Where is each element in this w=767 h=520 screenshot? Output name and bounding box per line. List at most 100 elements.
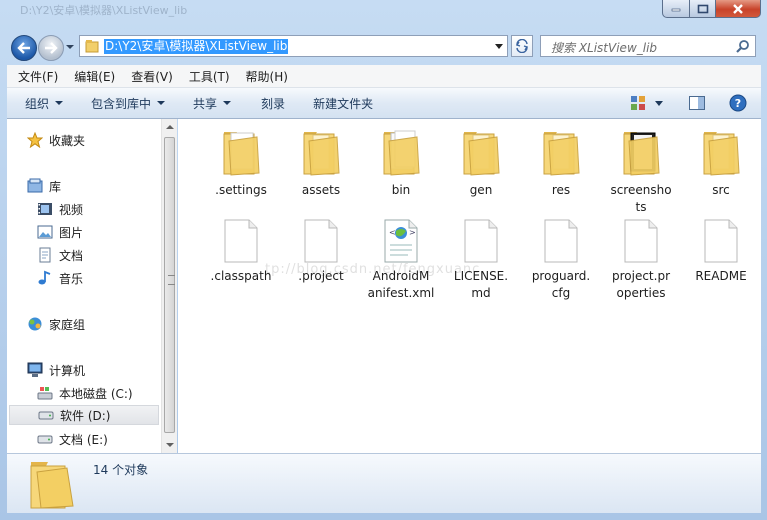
recent-pages-button[interactable] (65, 41, 75, 51)
help-icon[interactable]: ? (729, 94, 747, 112)
nav-drive-e[interactable]: 文档 (E:) (37, 429, 108, 449)
navigation-pane: 收藏夹 库 视频 图片 文档 音乐 家庭组 计算机 本地磁盘 (C:) 软件 (… (7, 119, 161, 453)
file-icon (521, 211, 601, 263)
video-icon (37, 201, 53, 217)
minimize-icon (671, 8, 681, 11)
svg-text:<: < (389, 228, 396, 237)
scroll-thumb[interactable] (164, 137, 175, 433)
system-drive-icon (37, 385, 53, 401)
menu-edit[interactable]: 编辑(E) (63, 68, 120, 85)
file-name: .classpath (210, 269, 272, 283)
chevron-down-icon (55, 101, 64, 105)
file-icon (201, 211, 281, 263)
nav-drive-d-label: 软件 (D:) (60, 408, 111, 423)
file-name: AndroidM anifest.xml (367, 269, 435, 300)
maximize-icon (697, 4, 708, 13)
share-button[interactable]: 共享 (193, 95, 232, 112)
menu-help[interactable]: 帮助(H) (235, 68, 293, 85)
search-input[interactable]: 搜索 XListView_lib (540, 35, 756, 57)
menu-view[interactable]: 查看(V) (120, 68, 178, 85)
nav-homegroup[interactable]: 家庭组 (27, 314, 85, 334)
file-item[interactable]: .classpath (201, 211, 281, 285)
organize-button[interactable]: 组织 (25, 95, 64, 112)
file-name: project.pr operties (611, 269, 670, 300)
folder-icon (521, 125, 601, 177)
chevron-down-icon[interactable] (655, 100, 663, 106)
scroll-down-arrow-icon[interactable] (166, 443, 174, 447)
file-item[interactable]: < > AndroidM anifest.xml (361, 211, 441, 302)
file-item[interactable]: bin (361, 125, 441, 199)
svg-text:>: > (409, 228, 416, 237)
music-icon (37, 270, 53, 286)
nav-libraries[interactable]: 库 (27, 176, 61, 196)
file-item[interactable]: res (521, 125, 601, 199)
back-arrow-icon (17, 42, 30, 54)
search-icon[interactable] (736, 39, 750, 53)
nav-drive-c-label: 本地磁盘 (C:) (59, 386, 133, 401)
address-path[interactable]: D:\Y2\安卓\模拟器\XListView_lib (104, 39, 289, 54)
minimize-button[interactable] (662, 0, 690, 18)
nav-drive-c[interactable]: 本地磁盘 (C:) (37, 383, 133, 403)
file-name: LICENSE. md (453, 269, 509, 300)
file-name: .settings (215, 183, 267, 197)
computer-icon (27, 362, 43, 378)
file-item[interactable]: README (681, 211, 761, 285)
burn-button[interactable]: 刻录 (261, 95, 285, 112)
nav-computer[interactable]: 计算机 (27, 360, 85, 380)
file-item[interactable]: LICENSE. md (441, 211, 521, 302)
xml-file-icon: < > (361, 211, 441, 263)
chevron-down-icon[interactable] (495, 44, 503, 49)
nav-drive-d[interactable]: 软件 (D:) (9, 405, 159, 425)
nav-music[interactable]: 音乐 (37, 268, 83, 288)
nav-videos[interactable]: 视频 (37, 199, 83, 219)
scroll-up-arrow-icon[interactable] (166, 125, 174, 129)
menu-bar: 文件(F) 编辑(E) 查看(V) 工具(T) 帮助(H) (7, 65, 761, 88)
star-icon (27, 132, 43, 148)
view-options-icon[interactable] (631, 96, 645, 110)
file-item[interactable]: project.pr operties (601, 211, 681, 302)
file-name: README (695, 269, 747, 283)
file-item[interactable]: gen (441, 125, 521, 199)
menu-file[interactable]: 文件(F) (7, 68, 63, 85)
nav-computer-label: 计算机 (49, 363, 86, 378)
folder-icon (281, 125, 361, 177)
file-name: assets (301, 183, 341, 197)
file-item[interactable]: src (681, 125, 761, 199)
file-item[interactable]: .settings (201, 125, 281, 199)
document-icon (37, 247, 53, 263)
refresh-icon (515, 39, 529, 53)
file-item[interactable]: .project (281, 211, 361, 285)
address-bar[interactable]: D:\Y2\安卓\模拟器\XListView_lib (79, 35, 508, 57)
folder-icon (681, 125, 761, 177)
folder-icon (441, 125, 521, 177)
nav-favorites[interactable]: 收藏夹 (27, 130, 85, 150)
nav-pictures[interactable]: 图片 (37, 222, 83, 242)
file-item[interactable]: screensho ts (601, 125, 681, 216)
folder-icon (201, 125, 281, 177)
burn-label: 刻录 (261, 96, 286, 111)
forward-arrow-icon (45, 42, 58, 54)
new-folder-button[interactable]: 新建文件夹 (313, 95, 373, 112)
drive-icon (37, 431, 53, 447)
file-item[interactable]: assets (281, 125, 361, 199)
folder-icon (30, 462, 74, 509)
maximize-button[interactable] (690, 0, 716, 18)
nav-libraries-label: 库 (49, 179, 62, 194)
back-button[interactable] (11, 35, 37, 61)
preview-pane-icon[interactable] (689, 96, 705, 110)
include-in-library-button[interactable]: 包含到库中 (91, 95, 166, 112)
close-button[interactable] (716, 0, 761, 18)
drive-icon (38, 407, 54, 423)
window-caption: D:\Y2\安卓\模拟器\XListView_lib (20, 4, 188, 17)
search-placeholder: 搜索 XListView_lib (551, 41, 658, 55)
nav-documents[interactable]: 文档 (37, 245, 83, 265)
item-count: 14 个对象 (93, 463, 149, 477)
folder-icon (601, 125, 681, 177)
forward-button[interactable] (38, 35, 64, 61)
navigation-scrollbar[interactable] (161, 119, 177, 453)
refresh-button[interactable] (511, 35, 533, 57)
file-item[interactable]: proguard. cfg (521, 211, 601, 302)
file-icon (681, 211, 761, 263)
picture-icon (37, 224, 53, 240)
menu-tools[interactable]: 工具(T) (178, 68, 235, 85)
